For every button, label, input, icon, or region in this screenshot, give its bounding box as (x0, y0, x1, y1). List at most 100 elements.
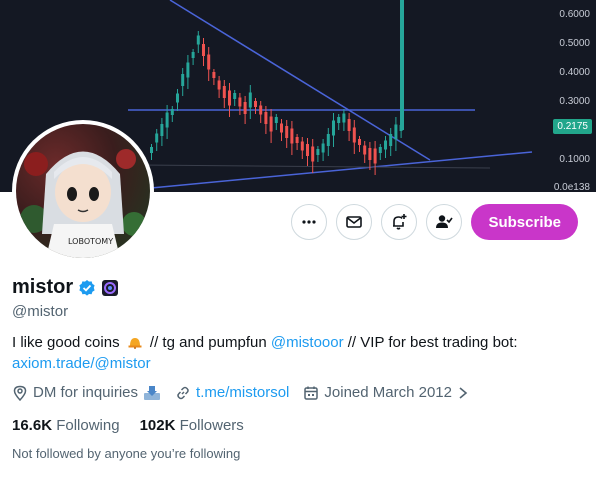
website-link[interactable]: t.me/mistorsol (196, 384, 289, 401)
more-icon (302, 220, 317, 224)
candle-body (254, 101, 257, 107)
bio-text: // tg and pumpfun (149, 334, 267, 351)
avatar-image: LOBOTOMY (16, 124, 150, 258)
candle-body (259, 105, 263, 115)
breakout-candle (400, 0, 404, 130)
follow-stats: 16.6K Following 102K Followers (12, 417, 587, 434)
price-tick: 0.0e138 (553, 182, 590, 192)
candle-body (300, 141, 304, 151)
profile-meta: DM for inquiries t.me/mistorsol Joined M… (12, 384, 587, 401)
candle-body (389, 134, 393, 146)
envelope-icon (346, 216, 363, 228)
candle-body (316, 149, 320, 155)
candle-body (394, 124, 398, 140)
candle-body (191, 52, 195, 58)
following-count: 16.6K (12, 417, 53, 434)
bio-url-link[interactable]: axiom.trade/@mistor (12, 355, 151, 372)
candle-body (378, 147, 382, 153)
mention-link[interactable]: @mistooor (271, 334, 344, 351)
bio-text: // VIP for best trading bot: (347, 334, 518, 351)
candle-body (280, 123, 283, 133)
candle-body (285, 126, 289, 138)
profile-actions: Subscribe (291, 204, 578, 240)
affiliate-badge-icon[interactable] (101, 279, 119, 297)
name-row: mistor (12, 276, 587, 299)
candle-body (274, 117, 278, 123)
followers-count: 102K (139, 417, 176, 434)
subscribe-button[interactable]: Subscribe (471, 204, 578, 240)
candle-body (290, 128, 294, 144)
candle-body (228, 90, 231, 106)
bell-plus-icon (393, 214, 407, 230)
verified-badge-icon[interactable] (78, 279, 96, 297)
candle-body (358, 139, 361, 145)
current-price-badge: 0.2175 (553, 119, 592, 134)
calendar-icon (304, 386, 319, 400)
candle-body (342, 113, 346, 123)
uptrend-line (129, 151, 533, 191)
following-stat[interactable]: 16.6K Following (12, 417, 120, 434)
bio-text: I like good coins (12, 334, 120, 351)
followers-stat[interactable]: 102K Followers (140, 417, 244, 434)
chevron-right-icon (459, 386, 468, 399)
candle-body (160, 124, 164, 136)
candle-body (222, 86, 226, 98)
candle-body (264, 112, 268, 124)
website-item: t.me/mistorsol (175, 384, 289, 401)
candle-body (150, 147, 153, 153)
display-name: mistor (12, 276, 74, 298)
joined-item[interactable]: Joined March 2012 (303, 384, 469, 401)
candle-body (332, 120, 335, 136)
candle-body (321, 143, 325, 153)
price-tick: 0.5000 (559, 38, 590, 49)
candle-body (368, 148, 372, 160)
candle-body (207, 54, 211, 70)
avatar[interactable]: LOBOTOMY (12, 120, 154, 262)
candle-body (326, 134, 330, 146)
candle-body (243, 102, 247, 114)
candle-body (384, 140, 387, 150)
candle-body (186, 62, 190, 78)
followers-label: Followers (179, 417, 244, 434)
bell-emoji-icon (128, 338, 142, 349)
price-axis: 0.6000 0.5000 0.4000 0.3000 0.1000 0.0e1… (540, 0, 596, 192)
price-tick: 0.3000 (559, 96, 590, 107)
candle-body (248, 92, 252, 108)
candle-body (373, 148, 377, 164)
candle-body (238, 97, 242, 107)
candle-body (165, 112, 169, 128)
candle-body (269, 116, 273, 132)
location-text: DM for inquiries (33, 384, 139, 401)
price-tick: 0.1000 (559, 154, 590, 165)
person-check-icon (436, 215, 454, 228)
candle-body (363, 145, 367, 155)
candle-body (176, 93, 179, 103)
location-item: DM for inquiries (12, 384, 161, 401)
candle-body (212, 72, 216, 78)
notifications-button[interactable] (381, 204, 418, 240)
location-pin-icon (13, 385, 27, 401)
candle-body (155, 133, 159, 143)
candle-body (170, 109, 174, 115)
candle-body (217, 80, 221, 90)
candle-body (202, 44, 205, 56)
mutual-followers-note: Not followed by anyone you’re following (12, 446, 241, 461)
following-button[interactable] (426, 204, 463, 240)
candle-body (196, 35, 200, 45)
link-icon (177, 386, 189, 399)
message-button[interactable] (336, 204, 373, 240)
inbox-tray-emoji-icon (144, 385, 161, 400)
candle-body (352, 127, 356, 143)
anime-character-icon: LOBOTOMY (20, 149, 146, 258)
more-options-button[interactable] (291, 204, 328, 240)
candle-body (233, 93, 237, 99)
candle-body (295, 137, 299, 143)
bio: I like good coins // tg and pumpfun @mis… (12, 332, 587, 374)
price-tick: 0.6000 (559, 9, 590, 20)
profile-info: mistor @mistor I like good coins // tg a… (12, 276, 587, 461)
user-handle: @mistor (12, 303, 69, 320)
joined-text: Joined March 2012 (324, 384, 452, 401)
following-label: Following (56, 417, 120, 434)
candle-body (311, 146, 315, 162)
candle-body (181, 74, 185, 86)
